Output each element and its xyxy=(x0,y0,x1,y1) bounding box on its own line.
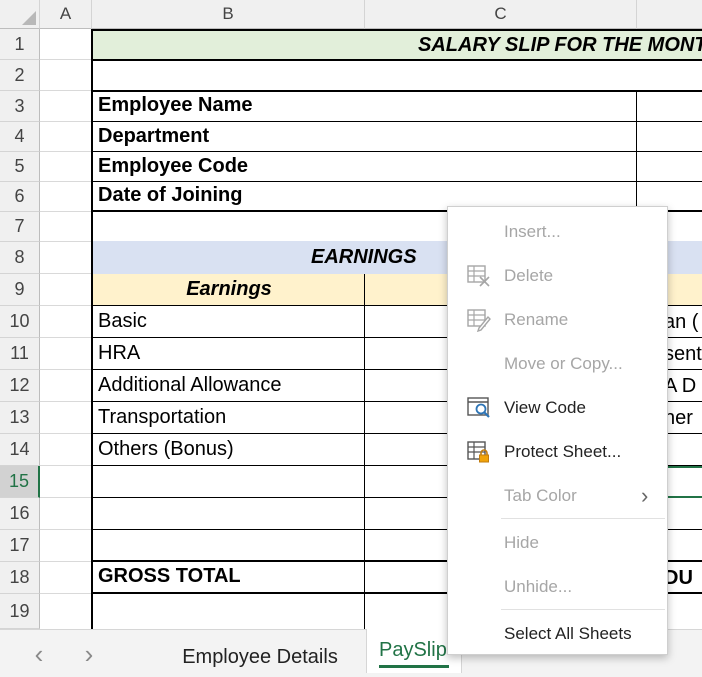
row-header[interactable]: 7 xyxy=(0,212,40,242)
department-label[interactable]: Department xyxy=(91,121,637,152)
employee-code-value[interactable] xyxy=(636,151,702,182)
menu-item-protect-sheet[interactable]: Protect Sheet... xyxy=(448,430,667,474)
column-header-b[interactable]: B xyxy=(92,0,365,29)
row-19-cell[interactable] xyxy=(91,593,365,629)
row-header-selected[interactable]: 15 xyxy=(0,466,40,498)
deductions-label-partial[interactable]: an ( xyxy=(664,307,702,337)
view-code-icon xyxy=(467,397,490,418)
menu-item-insert[interactable]: Insert... xyxy=(448,210,667,254)
row-2-cell[interactable] xyxy=(91,59,702,92)
row-header[interactable]: 11 xyxy=(0,338,40,370)
tab-scroll-left-button[interactable]: ‹ xyxy=(26,639,52,669)
column-header-c[interactable]: C xyxy=(365,0,637,29)
additional-allowance-label[interactable]: Additional Allowance xyxy=(91,369,365,402)
row-header[interactable]: 4 xyxy=(0,122,40,152)
menu-item-hide[interactable]: Hide xyxy=(448,521,667,565)
menu-separator xyxy=(501,609,665,610)
row-header[interactable]: 9 xyxy=(0,274,40,306)
employee-name-label[interactable]: Employee Name xyxy=(91,90,637,122)
row-header[interactable]: 8 xyxy=(0,242,40,274)
row-header[interactable]: 12 xyxy=(0,370,40,402)
salary-slip-title[interactable]: SALARY SLIP FOR THE MONTH xyxy=(91,29,702,61)
row-header[interactable]: 14 xyxy=(0,434,40,466)
tab-payslip-label: PaySlip xyxy=(379,639,447,661)
deductions-label-partial[interactable]: sent xyxy=(664,339,702,369)
select-all-icon xyxy=(22,11,36,25)
row-header[interactable]: 1 xyxy=(0,29,40,60)
tab-employee-details[interactable]: Employee Details xyxy=(170,642,350,672)
earnings-empty-row[interactable] xyxy=(91,497,365,530)
transportation-label[interactable]: Transportation xyxy=(91,401,365,434)
delete-sheet-icon xyxy=(467,265,490,287)
deductions-label-partial[interactable]: A D xyxy=(664,371,702,401)
row-header[interactable]: 13 xyxy=(0,402,40,434)
sheet-tab-context-menu: Insert... Delete Rename Move or Copy... xyxy=(447,206,668,655)
row-header[interactable]: 2 xyxy=(0,60,40,91)
row-header[interactable]: 3 xyxy=(0,91,40,122)
column-a-cells[interactable] xyxy=(40,29,92,629)
submenu-chevron-icon: › xyxy=(641,483,649,508)
menu-separator xyxy=(501,518,665,519)
deductions-label-partial[interactable]: her xyxy=(664,403,702,433)
rename-sheet-icon xyxy=(467,309,491,332)
gross-total-label[interactable]: GROSS TOTAL xyxy=(91,561,365,594)
row-header[interactable]: 17 xyxy=(0,530,40,562)
menu-item-rename[interactable]: Rename xyxy=(448,298,667,342)
basic-label[interactable]: Basic xyxy=(91,305,365,338)
employee-code-label[interactable]: Employee Code xyxy=(91,151,637,182)
column-header-d[interactable] xyxy=(637,0,702,29)
department-value[interactable] xyxy=(636,121,702,152)
menu-item-move-copy[interactable]: Move or Copy... xyxy=(448,342,667,386)
row-header[interactable]: 6 xyxy=(0,182,40,212)
earnings-empty-row[interactable] xyxy=(91,465,365,498)
column-header-a[interactable]: A xyxy=(40,0,92,29)
earnings-subheader[interactable]: Earnings xyxy=(91,274,365,306)
hra-label[interactable]: HRA xyxy=(91,337,365,370)
menu-item-delete[interactable]: Delete xyxy=(448,254,667,298)
menu-item-view-code[interactable]: View Code xyxy=(448,386,667,430)
menu-item-select-all-sheets[interactable]: Select All Sheets xyxy=(448,612,667,656)
select-all-corner[interactable] xyxy=(0,0,40,29)
tab-active-underline xyxy=(379,665,449,668)
others-bonus-label[interactable]: Others (Bonus) xyxy=(91,433,365,466)
deductions-total-partial[interactable]: DU xyxy=(664,563,702,593)
protect-sheet-icon xyxy=(467,441,489,463)
earnings-empty-row[interactable] xyxy=(91,529,365,562)
row-header[interactable]: 19 xyxy=(0,594,40,629)
tab-scroll-right-button[interactable]: › xyxy=(76,639,102,669)
row-header[interactable]: 16 xyxy=(0,498,40,530)
menu-item-unhide[interactable]: Unhide... xyxy=(448,565,667,609)
row-header[interactable]: 18 xyxy=(0,562,40,594)
row-header[interactable]: 10 xyxy=(0,306,40,338)
active-cell-border xyxy=(664,466,702,498)
row-header[interactable]: 5 xyxy=(0,152,40,182)
employee-name-value[interactable] xyxy=(636,90,702,122)
menu-item-tab-color[interactable]: Tab Color › xyxy=(448,474,667,518)
